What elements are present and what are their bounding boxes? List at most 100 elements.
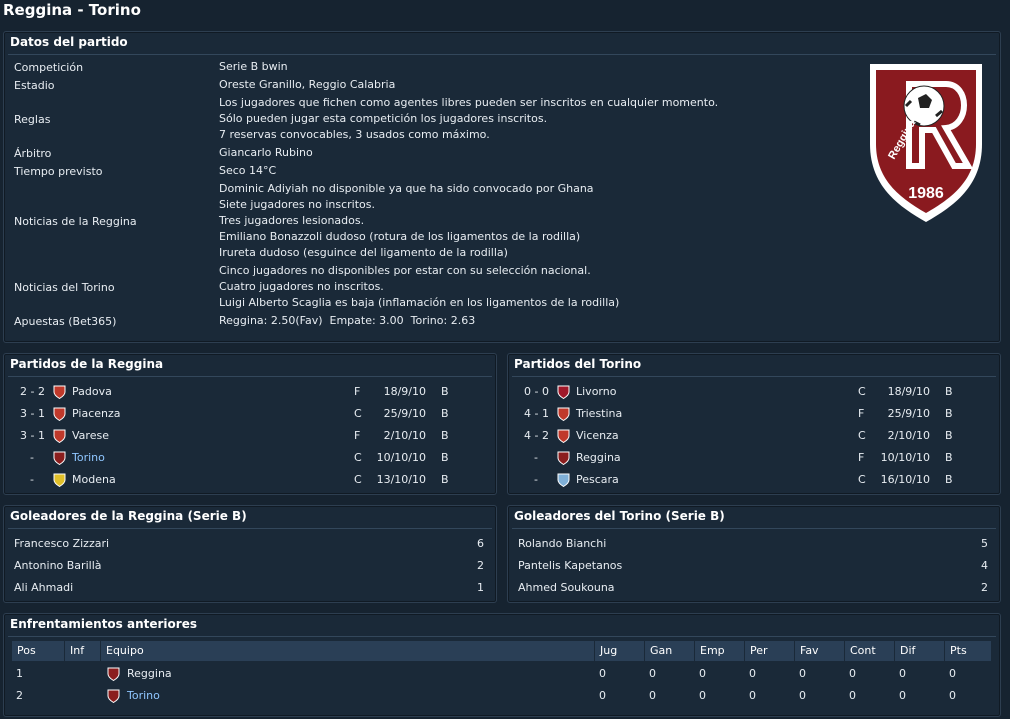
fixture-venue: C xyxy=(354,451,362,464)
team-crest-icon xyxy=(557,429,570,444)
scorer-name: Francesco Zizzari xyxy=(14,537,110,550)
column-header[interactable]: Fav xyxy=(795,641,845,661)
panel-header: Goleadores del Torino (Serie B) xyxy=(514,509,725,523)
fixture-row[interactable]: 2 - 2 Padova F 18/9/10 B xyxy=(4,381,496,403)
scorer-row[interactable]: Ahmed Soukouna 2 xyxy=(508,577,1000,599)
cell-team[interactable]: Torino xyxy=(127,689,160,702)
fixture-venue: F xyxy=(858,407,865,420)
rule-line: Los jugadores que fichen como agentes li… xyxy=(219,96,719,109)
fixture-score: 4 - 2 xyxy=(524,429,549,442)
fixture-competition: B xyxy=(441,385,449,398)
fixture-score: - xyxy=(534,451,538,464)
column-header[interactable]: Jug xyxy=(595,641,645,661)
fixture-venue: C xyxy=(354,407,362,420)
fixture-date: 13/10/10 xyxy=(376,473,426,486)
news-line: Luigi Alberto Scaglia es baja (inflamaci… xyxy=(219,296,620,309)
news-line: Emiliano Bonazzoli dudoso (rotura de los… xyxy=(219,230,581,243)
cell-team: Reggina xyxy=(127,667,172,680)
fixture-score: 2 - 2 xyxy=(20,385,45,398)
scorer-goals: 1 xyxy=(477,581,484,594)
cell-value: 0 xyxy=(849,689,856,702)
scorer-row[interactable]: Rolando Bianchi 5 xyxy=(508,533,1000,555)
fixture-score: - xyxy=(30,451,34,464)
column-header[interactable]: Emp xyxy=(695,641,745,661)
cell-value: 0 xyxy=(899,689,906,702)
news-line: Irureta dudoso (esguince del ligamento d… xyxy=(219,246,508,259)
fixture-competition: B xyxy=(441,429,449,442)
column-header[interactable]: Pts xyxy=(945,641,992,661)
cell-value: 0 xyxy=(699,689,706,702)
cell-value: 0 xyxy=(649,689,656,702)
fixture-score: 0 - 0 xyxy=(524,385,549,398)
referee-value: Giancarlo Rubino xyxy=(219,146,313,159)
fixture-team: Varese xyxy=(72,429,109,442)
fixture-row[interactable]: - Pescara C 16/10/10 B xyxy=(508,469,1000,491)
weather-label: Tiempo previsto xyxy=(14,165,103,178)
fixture-date: 10/10/10 xyxy=(376,451,426,464)
fixture-venue: F xyxy=(354,385,361,398)
column-header[interactable]: Equipo xyxy=(101,641,595,661)
rules-value: Los jugadores que fichen como agentes li… xyxy=(219,95,718,143)
panel-header: Enfrentamientos anteriores xyxy=(10,617,197,631)
cell-value: 0 xyxy=(849,667,856,680)
fixture-score: - xyxy=(534,473,538,486)
panel-header: Partidos de la Reggina xyxy=(10,357,164,371)
column-header[interactable]: Pos xyxy=(12,641,65,661)
fixture-score: 3 - 1 xyxy=(20,429,45,442)
scorer-row[interactable]: Ali Ahmadi 1 xyxy=(4,577,496,599)
scorer-goals: 6 xyxy=(477,537,484,550)
fixture-row[interactable]: 4 - 2 Vicenza C 2/10/10 B xyxy=(508,425,1000,447)
cell-value: 0 xyxy=(799,689,806,702)
fixture-row[interactable]: 3 - 1 Varese F 2/10/10 B xyxy=(4,425,496,447)
team-crest-icon xyxy=(557,451,570,466)
cell-value: 0 xyxy=(799,667,806,680)
scorer-goals: 2 xyxy=(981,581,988,594)
fixture-team: Padova xyxy=(72,385,112,398)
scorer-name: Pantelis Kapetanos xyxy=(518,559,623,572)
column-header[interactable]: Gan xyxy=(645,641,695,661)
scorer-row[interactable]: Antonino Barillà 2 xyxy=(4,555,496,577)
fixture-competition: B xyxy=(945,429,953,442)
fixture-competition: B xyxy=(945,385,953,398)
news-line: Dominic Adiyiah no disponible ya que ha … xyxy=(219,182,594,195)
cell-value: 0 xyxy=(649,667,656,680)
fixture-team: Livorno xyxy=(576,385,617,398)
fixture-date: 18/9/10 xyxy=(383,385,426,398)
away-scorers-panel: Goleadores del Torino (Serie B) Rolando … xyxy=(507,505,1001,603)
odds-label: Apuestas (Bet365) xyxy=(14,315,117,328)
cell-value: 0 xyxy=(599,667,606,680)
home-fixtures-panel: Partidos de la Reggina 2 - 2 Padova F 18/9/… xyxy=(3,353,497,495)
fixture-team: Piacenza xyxy=(72,407,121,420)
page-title: Reggina - Torino xyxy=(3,1,141,19)
table-row[interactable]: 2 Torino 0 0 0 0 0 0 0 0 xyxy=(4,685,1000,707)
rule-line: 7 reservas convocables, 3 usados como má… xyxy=(219,128,490,141)
scorer-goals: 5 xyxy=(981,537,988,550)
fixture-date: 25/9/10 xyxy=(887,407,930,420)
scorer-row[interactable]: Francesco Zizzari 6 xyxy=(4,533,496,555)
column-header[interactable]: Dif xyxy=(895,641,945,661)
column-header[interactable]: Per xyxy=(745,641,795,661)
table-row[interactable]: 1 Reggina 0 0 0 0 0 0 0 0 xyxy=(4,663,1000,685)
rule-line: Sólo pueden jugar esta competición los j… xyxy=(219,112,548,125)
cell-pos: 2 xyxy=(16,689,23,702)
scorer-row[interactable]: Pantelis Kapetanos 4 xyxy=(508,555,1000,577)
news-line: Siete jugadores no inscritos. xyxy=(219,198,375,211)
home-scorers-panel: Goleadores de la Reggina (Serie B) Franc… xyxy=(3,505,497,603)
fixture-team[interactable]: Torino xyxy=(72,451,105,464)
rules-label: Reglas xyxy=(14,113,51,126)
column-header[interactable]: Cont xyxy=(845,641,895,661)
fixture-date: 2/10/10 xyxy=(383,429,426,442)
cell-value: 0 xyxy=(899,667,906,680)
fixture-row[interactable]: - Modena C 13/10/10 B xyxy=(4,469,496,491)
fixture-row[interactable]: 3 - 1 Piacenza C 25/9/10 B xyxy=(4,403,496,425)
home-news-label: Noticias de la Reggina xyxy=(14,215,137,228)
fixture-score: 3 - 1 xyxy=(20,407,45,420)
fixture-row[interactable]: 4 - 1 Triestina F 25/9/10 B xyxy=(508,403,1000,425)
column-header[interactable]: Inf xyxy=(65,641,101,661)
logo-year: 1986 xyxy=(908,185,944,202)
fixture-row[interactable]: 0 - 0 Livorno C 18/9/10 B xyxy=(508,381,1000,403)
competition-value: Serie B bwin xyxy=(219,60,288,73)
fixture-row[interactable]: - Torino C 10/10/10 B xyxy=(4,447,496,469)
fixture-row[interactable]: - Reggina F 10/10/10 B xyxy=(508,447,1000,469)
fixture-date: 10/10/10 xyxy=(880,451,930,464)
